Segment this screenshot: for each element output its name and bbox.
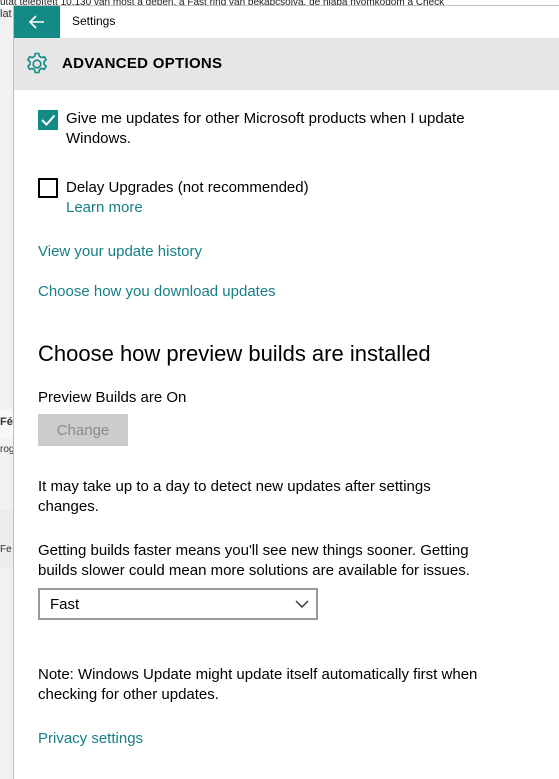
background-fragment: Fe xyxy=(0,544,12,555)
settings-window: Settings ADVANCED OPTIONS Give me update… xyxy=(14,6,559,779)
delay-upgrades-checkbox[interactable] xyxy=(38,178,58,198)
build-speed-select-value: Fast xyxy=(50,596,80,613)
builds-speed-text-line1: Getting builds faster means you'll see n… xyxy=(38,542,469,559)
title-bar: Settings xyxy=(14,6,559,38)
other-products-label-line1: Give me updates for other Microsoft prod… xyxy=(66,110,465,127)
background-panel-edge xyxy=(0,510,14,568)
note-text-line2: checking for other updates. xyxy=(38,686,219,703)
chevron-down-icon xyxy=(295,600,309,608)
preview-builds-heading: Choose how preview builds are installed xyxy=(38,341,431,366)
change-button[interactable]: Change xyxy=(38,414,128,446)
build-speed-select[interactable]: Fast xyxy=(38,588,318,620)
page-title: ADVANCED OPTIONS xyxy=(62,55,223,72)
builds-speed-text-line2: builds slower could mean more solutions … xyxy=(38,562,470,579)
gear-icon xyxy=(26,52,48,74)
choose-download-updates-link[interactable]: Choose how you download updates xyxy=(38,282,276,302)
learn-more-link[interactable]: Learn more xyxy=(66,198,143,218)
detect-updates-text-line1: It may take up to a day to detect new up… xyxy=(38,478,431,495)
other-products-checkbox[interactable] xyxy=(38,110,58,130)
app-title: Settings xyxy=(72,14,116,28)
delay-upgrades-label: Delay Upgrades (not recommended) xyxy=(66,179,309,196)
other-products-label-line2: Windows. xyxy=(66,130,132,147)
background-fragment: lat xyxy=(0,8,12,20)
page-header: ADVANCED OPTIONS xyxy=(14,38,559,90)
background-fragment: rog xyxy=(0,444,14,455)
background-fragment: Fél xyxy=(0,416,14,428)
view-update-history-link[interactable]: View your update history xyxy=(38,242,202,262)
back-arrow-icon xyxy=(29,15,44,29)
preview-builds-status: Preview Builds are On xyxy=(38,389,187,406)
detect-updates-text-line2: changes. xyxy=(38,498,99,515)
privacy-settings-link[interactable]: Privacy settings xyxy=(38,729,143,749)
note-text-line1: Note: Windows Update might update itself… xyxy=(38,666,478,683)
back-button[interactable] xyxy=(14,6,60,38)
checkmark-icon xyxy=(41,114,56,126)
settings-content: Give me updates for other Microsoft prod… xyxy=(14,90,559,779)
